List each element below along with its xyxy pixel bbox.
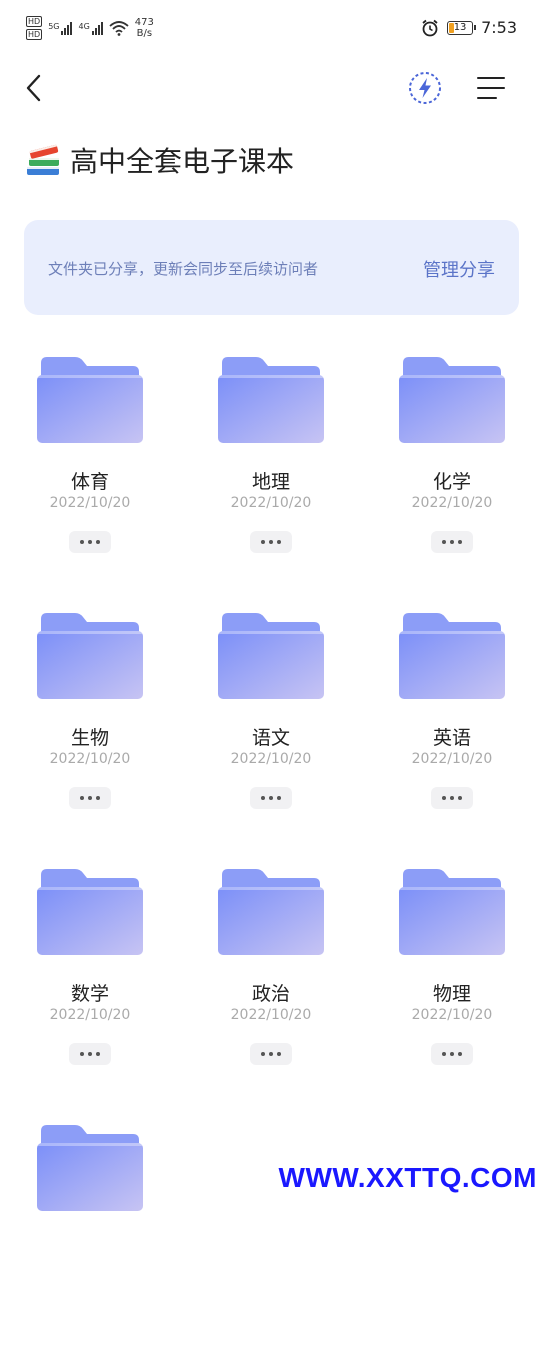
folder-item[interactable]: 数学 2022/10/20 (10, 867, 170, 1097)
dot-icon (458, 1052, 462, 1056)
folder-date: 2022/10/20 (49, 495, 131, 511)
folder-name: 数学 (70, 983, 109, 1005)
nav-bar (0, 60, 543, 120)
dot-icon (442, 796, 446, 800)
sim2-badge: HD (26, 29, 43, 40)
folder-item[interactable]: 化学 2022/10/20 (372, 355, 532, 585)
folder-item[interactable] (10, 1123, 170, 1353)
sim-indicators: HD HD (26, 16, 43, 40)
folder-name: 体育 (70, 471, 109, 493)
more-options-button[interactable] (431, 787, 473, 809)
folder-icon[interactable] (218, 611, 324, 701)
more-options-button[interactable] (69, 531, 111, 553)
folder-icon[interactable] (37, 355, 143, 445)
folder-name: 地理 (251, 471, 290, 493)
more-options-button[interactable] (250, 787, 292, 809)
network-speed: 473 B/s (134, 17, 154, 39)
dot-icon (269, 1052, 273, 1056)
dot-icon (88, 540, 92, 544)
folder-date: 2022/10/20 (49, 751, 131, 767)
dot-icon (450, 1052, 454, 1056)
dot-icon (96, 796, 100, 800)
more-options-button[interactable] (250, 1043, 292, 1065)
folder-name: 化学 (432, 471, 471, 493)
dot-icon (442, 540, 446, 544)
more-options-button[interactable] (431, 531, 473, 553)
books-icon (27, 144, 59, 175)
dot-icon (277, 540, 281, 544)
folder-icon[interactable] (218, 867, 324, 957)
folder-date: 2022/10/20 (49, 1007, 131, 1023)
dot-icon (80, 1052, 84, 1056)
dot-icon (80, 796, 84, 800)
sim1-badge: HD (26, 16, 43, 27)
dot-icon (96, 1052, 100, 1056)
dot-icon (261, 540, 265, 544)
folder-name: 物理 (432, 983, 471, 1005)
watermark: WWW.XXTTQ.COM (278, 1162, 537, 1193)
folder-item[interactable]: 英语 2022/10/20 (372, 611, 532, 841)
dot-icon (450, 796, 454, 800)
battery-icon: 13 (447, 20, 477, 35)
dot-icon (80, 540, 84, 544)
folder-icon[interactable] (37, 611, 143, 701)
manage-share-button[interactable]: 管理分享 (423, 256, 495, 282)
folder-icon[interactable] (399, 355, 505, 445)
folder-icon[interactable] (218, 355, 324, 445)
dot-icon (269, 796, 273, 800)
dot-icon (277, 1052, 281, 1056)
dot-icon (88, 796, 92, 800)
more-options-button[interactable] (431, 1043, 473, 1065)
folder-icon[interactable] (37, 867, 143, 957)
dot-icon (88, 1052, 92, 1056)
folder-item[interactable]: 物理 2022/10/20 (372, 867, 532, 1097)
folder-name: 英语 (432, 727, 471, 749)
dot-icon (269, 540, 273, 544)
alarm-icon (422, 19, 438, 36)
back-icon[interactable] (22, 72, 46, 104)
folder-date: 2022/10/20 (230, 495, 312, 511)
folder-date: 2022/10/20 (411, 751, 493, 767)
dot-icon (277, 796, 281, 800)
folder-item[interactable]: 语文 2022/10/20 (191, 611, 351, 841)
dot-icon (450, 540, 454, 544)
dot-icon (458, 796, 462, 800)
status-bar: HD HD 5G 4G 473 B/s 13 7:53 (0, 0, 543, 60)
menu-icon[interactable] (476, 74, 506, 102)
status-right: 13 7:53 (421, 18, 517, 37)
folder-icon[interactable] (399, 867, 505, 957)
dot-icon (458, 540, 462, 544)
lightning-icon[interactable] (407, 70, 443, 106)
more-options-button[interactable] (250, 531, 292, 553)
share-banner: 文件夹已分享，更新会同步至后续访问者 管理分享 (24, 220, 519, 315)
wifi-icon (109, 21, 129, 36)
folder-date: 2022/10/20 (411, 495, 493, 511)
more-options-button[interactable] (69, 1043, 111, 1065)
status-left: HD HD 5G 4G 473 B/s (26, 16, 154, 40)
clock: 7:53 (481, 18, 517, 37)
title-row: 高中全套电子课本 (24, 140, 294, 180)
folder-item[interactable]: 政治 2022/10/20 (191, 867, 351, 1097)
folder-name: 政治 (251, 983, 290, 1005)
folder-date: 2022/10/20 (230, 751, 312, 767)
more-options-button[interactable] (69, 787, 111, 809)
folder-date: 2022/10/20 (411, 1007, 493, 1023)
folder-icon[interactable] (399, 611, 505, 701)
dot-icon (261, 796, 265, 800)
dot-icon (442, 1052, 446, 1056)
folder-date: 2022/10/20 (230, 1007, 312, 1023)
signal-5g-icon: 5G (48, 21, 73, 35)
dot-icon (261, 1052, 265, 1056)
folder-item[interactable]: 体育 2022/10/20 (10, 355, 170, 585)
dot-icon (96, 540, 100, 544)
folder-item[interactable]: 生物 2022/10/20 (10, 611, 170, 841)
folder-item[interactable]: 地理 2022/10/20 (191, 355, 351, 585)
share-notice-text: 文件夹已分享，更新会同步至后续访问者 (48, 260, 319, 278)
page-title: 高中全套电子课本 (70, 145, 295, 178)
folder-name: 语文 (251, 727, 290, 749)
signal-4g-icon: 4G (78, 21, 103, 35)
folder-name: 生物 (70, 727, 109, 749)
